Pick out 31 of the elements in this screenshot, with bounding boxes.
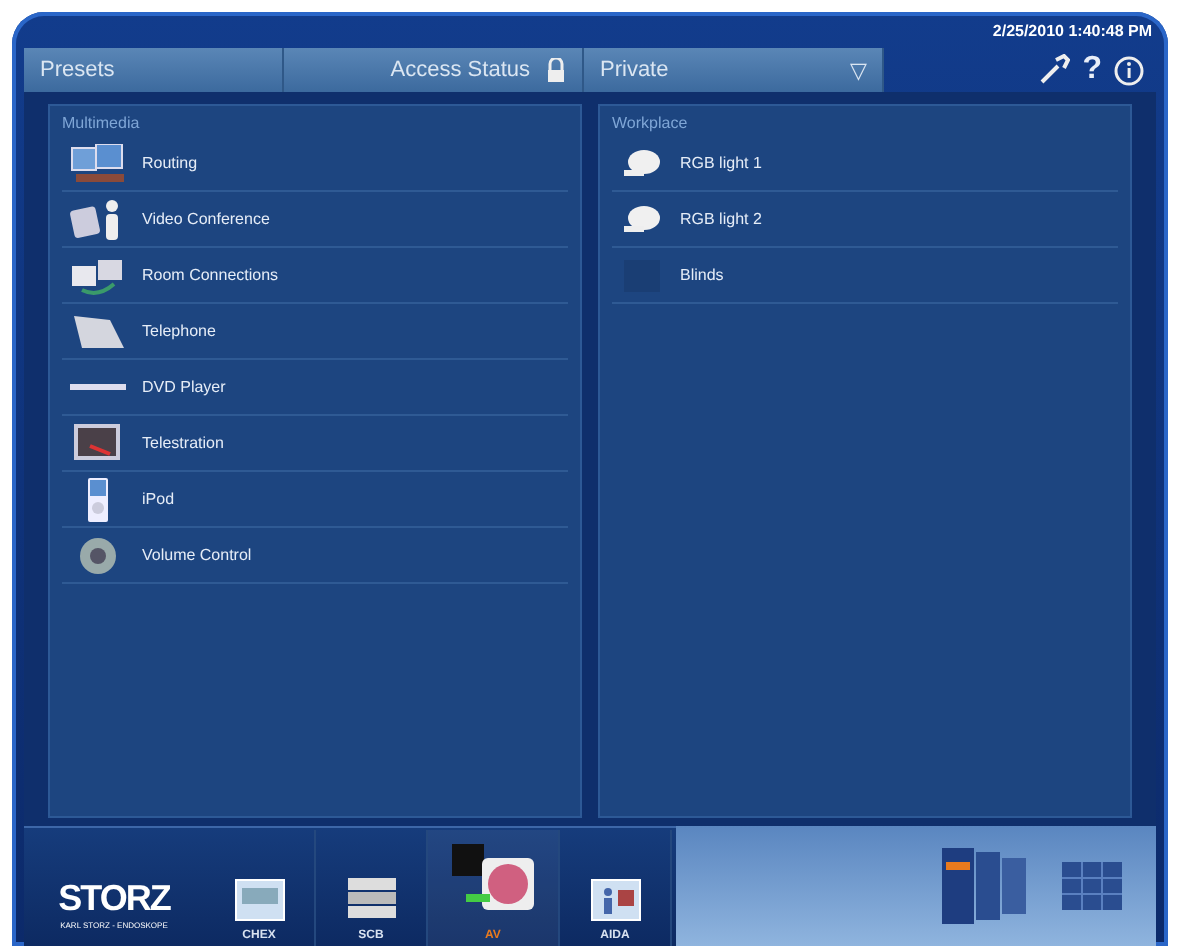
list-item[interactable]: iPod [62,472,568,528]
list-item[interactable]: Routing [62,136,568,192]
folder-icon [233,874,285,922]
screen-icon [70,421,126,465]
logo: STORZ [58,878,170,920]
grid-panel-icon[interactable] [1060,860,1124,912]
list-item[interactable]: Blinds [612,248,1118,304]
presets-tab[interactable]: Presets [24,48,284,92]
list-item[interactable]: RGB light 1 [612,136,1118,192]
device-stack-icon [345,874,397,922]
panel-title: Workplace [612,114,690,132]
panel-title: Multimedia [62,114,142,132]
access-label: Access Status [390,58,530,82]
cubes-icon [70,255,126,295]
info-icon[interactable] [1114,55,1144,85]
datetime: 2/25/2010 1:40:48 PM [992,21,1152,39]
folder-person-icon [589,874,641,922]
list-item[interactable]: Room Connections [62,248,568,304]
list-item[interactable]: Telephone [62,304,568,360]
list-item[interactable]: Telestration [62,416,568,472]
access-dropdown[interactable]: Private ▽ [584,48,884,92]
monitors-icon [70,143,126,183]
dvd-player-icon [70,381,126,393]
list-item[interactable]: Volume Control [62,528,568,584]
list-item[interactable]: DVD Player [62,360,568,416]
lock-icon [546,58,566,82]
wrench-icon[interactable] [1038,54,1071,86]
help-button[interactable]: ? [1082,52,1102,88]
list-item[interactable]: RGB light 2 [612,192,1118,248]
list-item[interactable]: Video Conference [62,192,568,248]
server-rack-icon[interactable] [940,846,1032,926]
